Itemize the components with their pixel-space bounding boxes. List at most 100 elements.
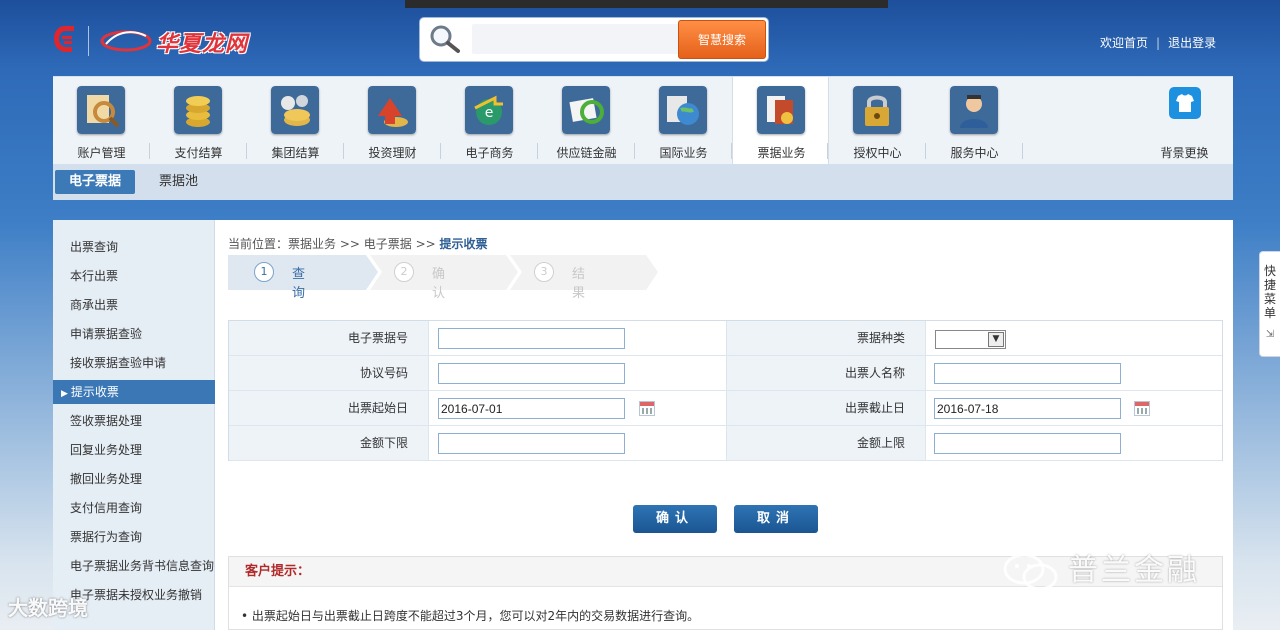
calendar-icon[interactable] — [1134, 401, 1150, 416]
tshirt-icon — [1169, 87, 1201, 119]
chevron-down-icon: ▼ — [988, 332, 1004, 347]
watermark-left: 大数跨境 — [8, 592, 88, 626]
issue-start-date-input[interactable] — [438, 398, 625, 419]
field-label: 协议号码 — [229, 356, 428, 390]
expand-icon: ⇲ — [1265, 329, 1275, 340]
amount-max-input[interactable] — [934, 433, 1121, 454]
globe-icon — [659, 86, 707, 134]
step-label: 确认 — [432, 267, 446, 301]
sidebar-item[interactable]: 本行出票 — [53, 264, 215, 288]
tab-bill-pool[interactable]: 票据池 — [145, 170, 212, 194]
nav-label: 国际业务 — [659, 146, 708, 160]
step-indicator: 1 查询 2 确认 3 结果 — [228, 255, 658, 301]
sidebar-item[interactable]: 电子票据业务背书信息查询 — [53, 554, 215, 578]
tab-e-bill[interactable]: 电子票据 — [55, 170, 136, 194]
notice-text: • 出票起始日与出票截止日跨度不能超过3个月，您可以对2年内的交易数据进行查询。 — [241, 609, 700, 623]
search-input[interactable] — [472, 24, 694, 54]
nav-item-supply-chain[interactable]: 供应链金融 — [538, 77, 635, 165]
agreement-number-input[interactable] — [438, 363, 625, 384]
brand-logo[interactable]: 华夏龙网 — [52, 22, 262, 62]
nav-item-skin[interactable]: 背景更换 — [1136, 77, 1233, 165]
sidebar-item[interactable]: 商承出票 — [53, 293, 215, 317]
nav-label: 授权中心 — [853, 146, 902, 160]
quick-menu-tab[interactable]: 快 捷 菜 单 ⇲ — [1259, 251, 1280, 357]
query-form: 电子票据号 票据种类 ▼ 协议号码 出票人名称 出票起始日 出票截止日 金额下 — [228, 320, 1223, 461]
ecommerce-globe-icon: e — [465, 86, 513, 134]
nav-label: 账户管理 — [77, 146, 126, 160]
sidebar-item[interactable]: 回复业务处理 — [53, 438, 215, 462]
coins-icon — [174, 86, 222, 134]
nav-item-authorization[interactable]: 授权中心 — [829, 77, 926, 165]
top-bar: 华夏龙网 智慧搜索 欢迎首页 | 退出登录 — [0, 0, 1280, 76]
sidebar-item[interactable]: 申请票据查验 — [53, 322, 215, 346]
sidebar-item[interactable]: 出票查询 — [53, 235, 215, 259]
wechat-icon — [1003, 553, 1058, 590]
step-label: 结果 — [572, 267, 586, 301]
step-number: 3 — [534, 262, 554, 282]
lock-icon — [853, 86, 901, 134]
account-magnifier-icon — [77, 86, 125, 134]
issue-end-date-input[interactable] — [934, 398, 1121, 419]
nav-label: 支付结算 — [174, 146, 223, 160]
investment-arrow-icon — [368, 86, 416, 134]
nav-label: 票据业务 — [757, 146, 806, 160]
smart-search-button[interactable]: 智慧搜索 — [678, 20, 766, 59]
cancel-button[interactable]: 取消 — [734, 505, 818, 533]
nav-item-service[interactable]: 服务中心 — [926, 77, 1023, 165]
field-label: 金额上限 — [726, 426, 925, 460]
field-label: 票据种类 — [726, 321, 925, 355]
watermark-text: 大数跨境 — [8, 596, 88, 620]
nav-item-payment[interactable]: 支付结算 — [150, 77, 247, 165]
step-number: 2 — [394, 262, 414, 282]
home-link[interactable]: 欢迎首页 — [1100, 36, 1148, 50]
calendar-icon[interactable] — [639, 401, 655, 416]
search-icon — [430, 25, 460, 53]
top-links: 欢迎首页 | 退出登录 — [1100, 34, 1216, 51]
amount-min-input[interactable] — [438, 433, 625, 454]
main-nav: 账户管理 支付结算 集团结算 投资理财 e 电子商务 供应链金融 国际业务 票据… — [53, 76, 1233, 165]
bill-type-select[interactable]: ▼ — [935, 330, 1006, 349]
browser-strip — [405, 0, 888, 8]
customer-service-icon — [950, 86, 998, 134]
watermark-text: 普兰金融 — [1068, 553, 1200, 588]
sidebar: 出票查询 本行出票 商承出票 申请票据查验 接收票据查验申请 ▶ 提示收票 签收票… — [53, 220, 215, 630]
step-label: 查询 — [292, 267, 306, 301]
sidebar-item[interactable]: 票据行为查询 — [53, 525, 215, 549]
sidebar-item[interactable]: 支付信用查询 — [53, 496, 215, 520]
search-box: 智慧搜索 — [420, 18, 768, 61]
bill-number-input[interactable] — [438, 328, 625, 349]
field-label: 出票人名称 — [726, 356, 925, 390]
confirm-button[interactable]: 确认 — [633, 505, 717, 533]
nav-item-international[interactable]: 国际业务 — [635, 77, 732, 165]
sidebar-item[interactable]: 签收票据处理 — [53, 409, 215, 433]
field-label: 电子票据号 — [229, 321, 428, 355]
logout-link[interactable]: 退出登录 — [1168, 36, 1216, 50]
sidebar-item-label: 提示收票 — [70, 385, 119, 399]
sidebar-item[interactable]: 撤回业务处理 — [53, 467, 215, 491]
logo-divider — [88, 26, 89, 56]
svg-text:e: e — [485, 105, 494, 121]
nav-item-bill-business[interactable]: 票据业务 — [732, 77, 829, 165]
swoosh-icon — [100, 30, 152, 52]
sub-nav: 电子票据 票据池 — [53, 164, 1233, 200]
field-label: 出票起始日 — [229, 391, 428, 425]
drawer-name-input[interactable] — [934, 363, 1121, 384]
sidebar-item-active[interactable]: ▶ 提示收票 — [53, 380, 215, 404]
nav-item-account[interactable]: 账户管理 — [53, 77, 150, 165]
field-label: 出票截止日 — [726, 391, 925, 425]
watermark-right: 普兰金融 — [1002, 545, 1200, 590]
brand-name: 华夏龙网 — [156, 32, 249, 57]
bill-document-icon — [757, 86, 805, 134]
arrow-right-icon: ▶ — [61, 389, 68, 399]
nav-label: 集团结算 — [271, 146, 320, 160]
nav-item-investment[interactable]: 投资理财 — [344, 77, 441, 165]
breadcrumb: 当前位置：票据业务 >> 电子票据 >> 提示收票 — [228, 237, 488, 251]
nav-label: 背景更换 — [1160, 146, 1209, 160]
nav-item-group-settlement[interactable]: 集团结算 — [247, 77, 344, 165]
sidebar-item[interactable]: 接收票据查验申请 — [53, 351, 215, 375]
breadcrumb-current: 提示收票 — [439, 237, 488, 251]
nav-label: 投资理财 — [368, 146, 417, 160]
field-label: 金额下限 — [229, 426, 428, 460]
nav-item-ecommerce[interactable]: e 电子商务 — [441, 77, 538, 165]
nav-label: 电子商务 — [465, 146, 514, 160]
